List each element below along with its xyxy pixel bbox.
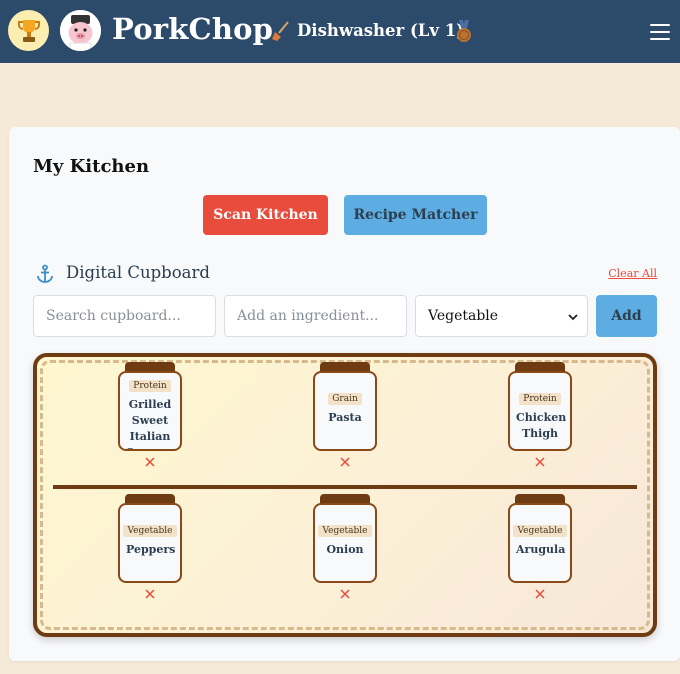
- anchor-icon: [37, 264, 53, 283]
- page-title: My Kitchen: [33, 156, 150, 177]
- digital-cupboard: Protein Grilled Sweet Italian Sausage Gr…: [33, 353, 657, 637]
- menu-bar: [650, 38, 670, 40]
- category-tag: Vegetable: [513, 525, 567, 537]
- recipe-matcher-button[interactable]: Recipe Matcher: [344, 195, 487, 235]
- category-tag: Protein: [519, 393, 561, 405]
- broom-icon: [272, 21, 289, 41]
- category-select[interactable]: Vegetable: [415, 295, 588, 337]
- shelf-divider: [53, 485, 637, 489]
- hamburger-menu-icon[interactable]: [650, 24, 670, 40]
- menu-bar: [650, 31, 670, 33]
- ingredient-name: Grilled Sweet Italian Sausage: [126, 398, 177, 449]
- category-tag: Vegetable: [318, 525, 372, 537]
- top-bar: PorkChop Dishwasher (Lv 1): [0, 0, 680, 63]
- avatar[interactable]: [60, 10, 101, 51]
- trophy-icon: [17, 19, 40, 42]
- remove-icon[interactable]: [144, 456, 156, 468]
- scan-kitchen-button[interactable]: Scan Kitchen: [203, 195, 328, 235]
- brand-title: PorkChop: [112, 12, 274, 46]
- jar-body: Protein Grilled Sweet Italian Sausage: [118, 371, 182, 451]
- jar-body: Grain Pasta: [313, 371, 377, 451]
- category-tag: Grain: [328, 393, 362, 405]
- ingredient-name: Peppers: [126, 543, 176, 556]
- rank-label: Dishwasher (Lv 1): [297, 21, 465, 40]
- category-select-value: Vegetable: [428, 308, 499, 324]
- remove-icon[interactable]: [534, 456, 546, 468]
- add-button[interactable]: Add: [596, 295, 657, 337]
- category-tag: Protein: [129, 380, 171, 392]
- chevron-down-icon: [568, 314, 578, 321]
- search-input[interactable]: [33, 295, 216, 337]
- medal-icon: [457, 20, 471, 42]
- remove-icon[interactable]: [339, 456, 351, 468]
- remove-icon[interactable]: [339, 588, 351, 600]
- jar-body: Vegetable Onion: [313, 503, 377, 583]
- category-tag: Vegetable: [123, 525, 177, 537]
- cupboard-title: Digital Cupboard: [66, 263, 210, 282]
- add-ingredient-input[interactable]: [224, 295, 407, 337]
- remove-icon[interactable]: [144, 588, 156, 600]
- jar-body: Protein Chicken Thigh: [508, 371, 572, 451]
- jar-body: Vegetable Peppers: [118, 503, 182, 583]
- remove-icon[interactable]: [534, 588, 546, 600]
- menu-bar: [650, 24, 670, 26]
- jar-body: Vegetable Arugula: [508, 503, 572, 583]
- trophy-button[interactable]: [8, 10, 49, 51]
- ingredient-name: Onion: [326, 543, 364, 556]
- kitchen-card: My Kitchen Scan Kitchen Recipe Matcher D…: [9, 127, 680, 661]
- clear-all-link[interactable]: Clear All: [608, 267, 657, 280]
- ingredient-name: Arugula: [516, 543, 566, 556]
- chef-pig-avatar-icon: [60, 10, 101, 51]
- ingredient-name: Pasta: [328, 411, 362, 424]
- ingredient-name: Chicken Thigh: [516, 411, 567, 440]
